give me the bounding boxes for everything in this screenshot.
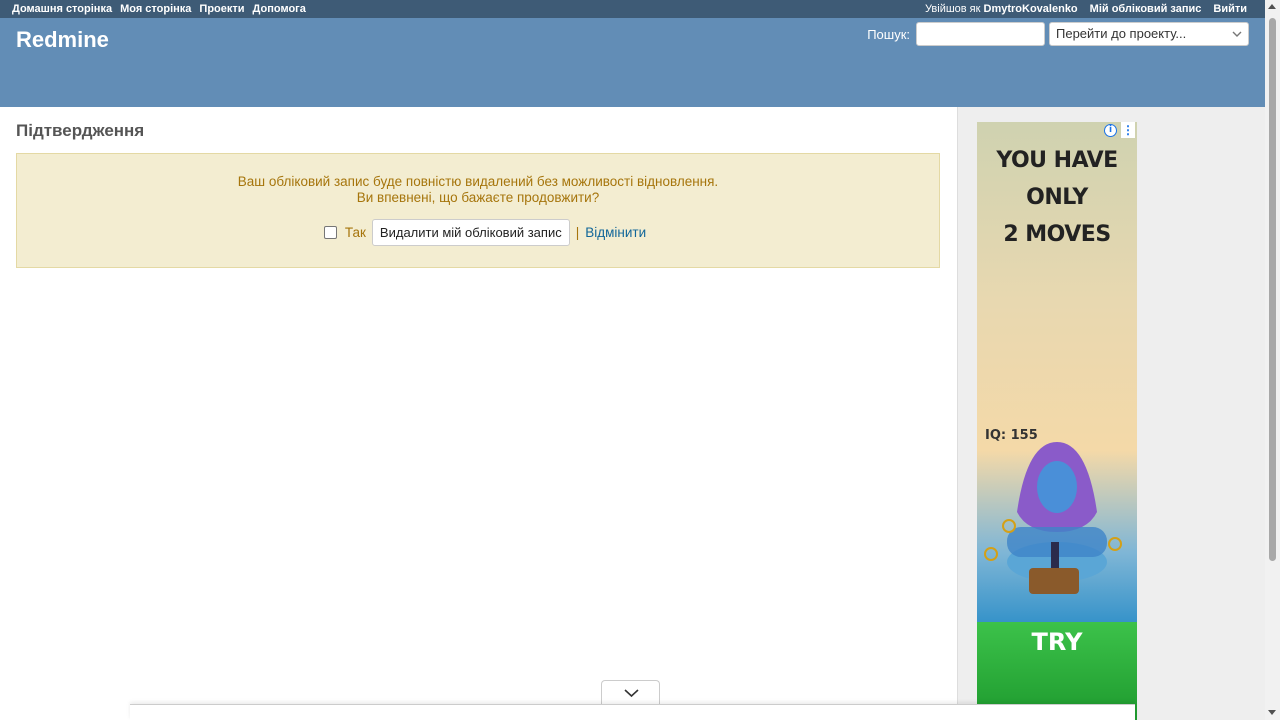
ad-iq-text: IQ: 155 [985, 428, 1038, 443]
ad-info-icon[interactable]: i [1104, 124, 1117, 137]
vertical-scrollbar[interactable] [1265, 0, 1280, 720]
top-menu-nav: Домашня сторінка Моя сторінка Проекти До… [12, 3, 306, 15]
account-menu: Увійшов як DmytroKovalenko Мій обліковий… [925, 3, 1247, 15]
scrollbar-thumb[interactable] [1269, 18, 1276, 561]
header: Redmine Пошук: Перейти до проекту... [0, 18, 1265, 107]
project-jump-select[interactable]: Перейти до проекту... [1049, 22, 1249, 46]
warning-text-line2: Ви впевнені, що бажаєте продовжити? [356, 190, 600, 205]
bottom-ad-bar [130, 704, 1135, 720]
advertisement[interactable]: YOU HAVE ONLY 2 MOVES IQ: 155 TRY i ⋮ [977, 122, 1137, 720]
logged-as-prefix: Увійшов як [925, 3, 981, 15]
main-content: Підтвердження Ваш обліковий запис буде п… [0, 107, 957, 720]
page-title: Підтвердження [16, 121, 145, 140]
quick-search: Пошук: Перейти до проекту... [867, 22, 1249, 46]
confirm-checkbox-label[interactable]: Так [345, 225, 366, 240]
top-menu-home-link[interactable]: Домашня сторінка [12, 3, 112, 15]
scroll-up-arrow-icon[interactable] [1268, 4, 1276, 9]
search-label[interactable]: Пошук: [867, 27, 910, 42]
ad-headline-line2: 2 MOVES [1003, 222, 1111, 247]
ad-headline-line1: YOU HAVE ONLY [996, 148, 1118, 210]
top-menu-help-link[interactable]: Допомога [253, 3, 306, 15]
ad-headline: YOU HAVE ONLY 2 MOVES [977, 142, 1137, 253]
confirm-checkbox[interactable] [323, 226, 337, 239]
logout-link[interactable]: Вийти [1213, 3, 1247, 15]
warning-text-line1: Ваш обліковий запис буде повністю видале… [237, 174, 719, 189]
project-jump-placeholder: Перейти до проекту... [1056, 26, 1187, 41]
confirm-row: Так Видалити мій обліковий запис | Відмі… [17, 219, 939, 246]
ad-more-icon[interactable]: ⋮ [1121, 122, 1135, 138]
warning-box: Ваш обліковий запис буде повністю видале… [16, 153, 940, 268]
top-menu-projects-link[interactable]: Проекти [199, 3, 244, 15]
top-menu: Домашня сторінка Моя сторінка Проекти До… [0, 0, 1265, 18]
bottom-panel-toggle[interactable] [601, 680, 660, 706]
search-input[interactable] [916, 22, 1045, 46]
top-menu-my-page-link[interactable]: Моя сторінка [120, 3, 191, 15]
my-account-link[interactable]: Мій обліковий запис [1090, 3, 1202, 15]
app-title[interactable]: Redmine [16, 27, 109, 53]
ad-try-button[interactable]: TRY [977, 628, 1137, 656]
logged-user-link[interactable]: DmytroKovalenko [984, 3, 1078, 15]
scroll-down-arrow-icon[interactable] [1268, 710, 1276, 715]
ad-illustration [984, 442, 1122, 594]
chevron-down-icon [1232, 31, 1242, 37]
separator: | [575, 225, 580, 240]
delete-account-button[interactable]: Видалити мій обліковий запис [371, 219, 570, 246]
logged-as-text: Увійшов як DmytroKovalenko [925, 3, 1078, 15]
cancel-link[interactable]: Відмінити [585, 225, 646, 240]
